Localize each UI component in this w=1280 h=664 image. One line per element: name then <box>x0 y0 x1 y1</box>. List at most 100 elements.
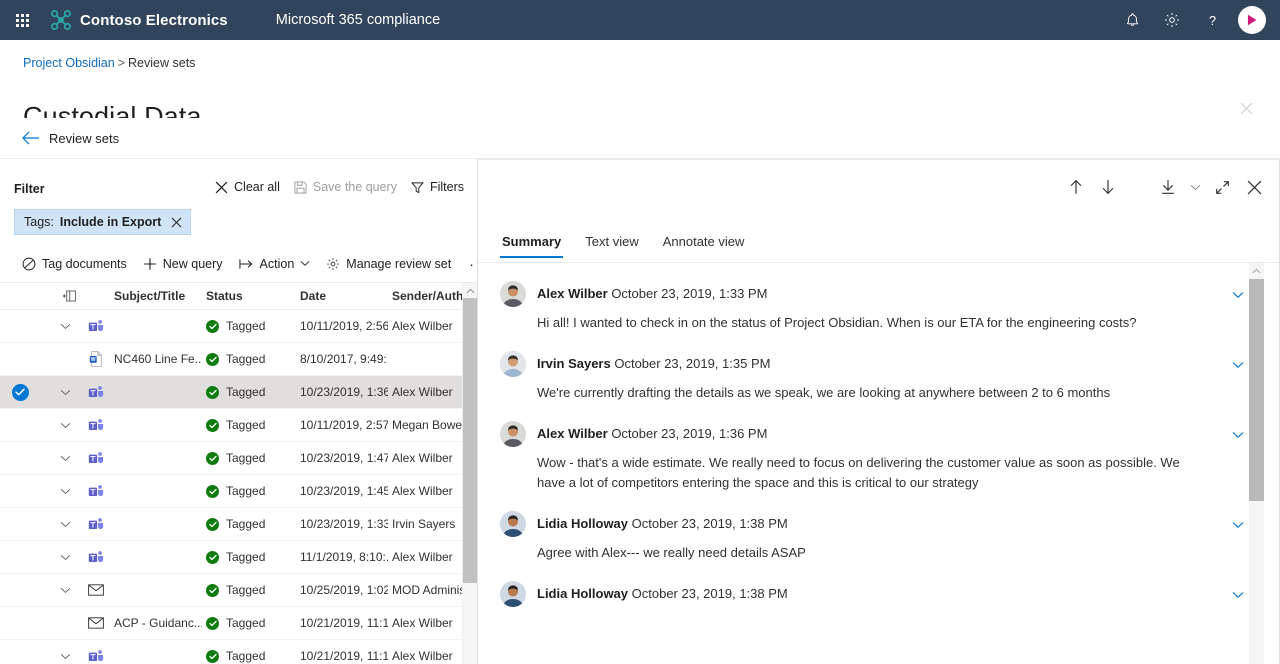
table-row[interactable]: Tagged10/21/2019, 11:1...Alex Wilber <box>0 640 463 664</box>
message-expand-toggle[interactable] <box>1230 587 1246 603</box>
row-file-type-icon <box>84 574 108 606</box>
scrollbar-thumb[interactable] <box>463 298 478 583</box>
app-launcher-button[interactable] <box>0 0 44 40</box>
table-row[interactable]: WNC460 Line Fe...Tagged8/10/2017, 9:49:.… <box>0 343 463 376</box>
action-menu-button[interactable]: Action <box>231 252 319 276</box>
grid-header-subject[interactable]: Subject/Title <box>114 283 202 309</box>
message-meta: Irvin Sayers October 23, 2019, 1:35 PM <box>537 351 770 377</box>
settings-button[interactable] <box>1152 0 1192 40</box>
row-sender: Irvin Sayers <box>392 508 470 540</box>
filters-button[interactable]: Filters <box>405 177 470 197</box>
row-subject <box>114 541 202 573</box>
user-avatar-button[interactable] <box>1232 0 1272 40</box>
message-expand-toggle[interactable] <box>1230 357 1246 373</box>
message-author: Lidia Holloway <box>537 586 628 601</box>
row-expand-toggle[interactable] <box>54 442 76 474</box>
row-select-checkbox[interactable] <box>8 409 32 441</box>
arrow-left-icon <box>22 131 39 145</box>
close-viewer-button[interactable] <box>1238 171 1270 203</box>
grid-header-row: Subject/Title Status Date Sender/Author <box>0 283 463 310</box>
row-expand-toggle[interactable] <box>54 574 76 606</box>
back-to-review-sets-link[interactable]: Review sets <box>22 118 119 158</box>
table-row[interactable]: Tagged10/23/2019, 1:36...Alex Wilber <box>0 376 463 409</box>
conversation-message: Irvin Sayers October 23, 2019, 1:35 PMWe… <box>478 333 1264 403</box>
message-timestamp: October 23, 2019, 1:38 PM <box>632 516 788 531</box>
tag-documents-button[interactable]: Tag documents <box>14 252 135 276</box>
row-expand-toggle[interactable] <box>54 310 76 342</box>
row-expand-toggle[interactable] <box>54 640 76 664</box>
filter-chip-remove-button[interactable] <box>169 215 183 229</box>
table-row[interactable]: Tagged10/11/2019, 2:57...Megan Bowen <. <box>0 409 463 442</box>
row-select-checkbox[interactable] <box>8 607 32 639</box>
close-icon <box>1247 180 1262 195</box>
help-button[interactable]: ? <box>1192 0 1232 40</box>
row-expand-toggle[interactable] <box>54 508 76 540</box>
table-row[interactable]: Tagged10/25/2019, 1:02...MOD Administra. <box>0 574 463 607</box>
breadcrumb-parent-link[interactable]: Project Obsidian <box>23 56 115 70</box>
row-status-label: Tagged <box>226 649 265 663</box>
viewer-scrollbar-thumb[interactable] <box>1249 279 1264 501</box>
row-select-checkbox[interactable] <box>8 343 32 375</box>
row-select-checkbox[interactable] <box>8 508 32 540</box>
download-options-button[interactable] <box>1184 171 1206 203</box>
chevron-down-icon <box>60 323 71 330</box>
tab-annotate-view[interactable]: Annotate view <box>651 234 757 258</box>
row-select-checkbox[interactable] <box>8 442 32 474</box>
grid-header-filetype[interactable] <box>56 283 82 309</box>
message-header: Lidia Holloway October 23, 2019, 1:38 PM <box>500 581 1224 607</box>
table-row[interactable]: Tagged10/23/2019, 1:47...Alex Wilber <box>0 442 463 475</box>
app-launcher-icon <box>16 14 29 27</box>
row-expand-toggle[interactable] <box>54 541 76 573</box>
row-expand-toggle[interactable] <box>54 475 76 507</box>
new-query-button[interactable]: New query <box>135 252 231 276</box>
row-status-label: Tagged <box>226 319 265 333</box>
row-select-checkbox[interactable] <box>8 475 32 507</box>
row-status-label: Tagged <box>226 352 265 366</box>
message-expand-toggle[interactable] <box>1230 287 1246 303</box>
command-overflow-button[interactable]: ··· <box>459 252 478 276</box>
tab-text-view[interactable]: Text view <box>573 234 650 258</box>
page-close-button[interactable] <box>1234 96 1258 120</box>
viewer-scroll-up-button[interactable] <box>1249 263 1264 278</box>
brand[interactable]: Contoso Electronics <box>44 9 228 31</box>
table-row[interactable]: Tagged11/1/2019, 8:10:...Alex Wilber <box>0 541 463 574</box>
download-button[interactable] <box>1152 171 1184 203</box>
message-avatar <box>500 511 526 537</box>
grid-header-status[interactable]: Status <box>206 283 296 309</box>
clear-all-button[interactable]: Clear all <box>209 177 286 197</box>
manage-review-set-button[interactable]: Manage review set <box>318 252 459 276</box>
message-expand-toggle[interactable] <box>1230 427 1246 443</box>
row-select-checkbox[interactable] <box>8 574 32 606</box>
table-row[interactable]: ACP - Guidanc...Tagged10/21/2019, 11:1..… <box>0 607 463 640</box>
message-expand-toggle[interactable] <box>1230 517 1246 533</box>
notifications-button[interactable] <box>1112 0 1152 40</box>
next-item-button[interactable] <box>1092 171 1124 203</box>
tag-icon <box>22 257 36 271</box>
grid-header-date[interactable]: Date <box>300 283 388 309</box>
scroll-up-button[interactable] <box>463 283 478 298</box>
row-expand-toggle[interactable] <box>54 376 76 408</box>
conversation-message: Alex Wilber October 23, 2019, 1:36 PMWow… <box>478 403 1264 493</box>
table-row[interactable]: Tagged10/11/2019, 2:56...Alex Wilber <box>0 310 463 343</box>
message-body: Wow - that's a wide estimate. We really … <box>537 453 1209 493</box>
grid-header-sender[interactable]: Sender/Author <box>392 283 470 309</box>
row-expand-toggle[interactable] <box>54 409 76 441</box>
previous-item-button[interactable] <box>1060 171 1092 203</box>
suite-title[interactable]: Microsoft 365 compliance <box>276 12 440 28</box>
table-row[interactable]: Tagged10/23/2019, 1:45...Alex Wilber <box>0 475 463 508</box>
row-status-label: Tagged <box>226 484 265 498</box>
breadcrumb: Project Obsidian>Review sets <box>23 56 195 70</box>
filter-chip-tags[interactable]: Tags: Include in Export <box>14 209 191 235</box>
row-select-checkbox[interactable] <box>8 541 32 573</box>
row-select-checkbox[interactable] <box>8 640 32 664</box>
table-row[interactable]: Tagged10/23/2019, 1:33...Irvin Sayers <box>0 508 463 541</box>
row-select-checkbox[interactable] <box>8 376 32 408</box>
check-icon <box>209 620 217 627</box>
documents-grid-scrollbar[interactable] <box>462 283 477 664</box>
viewer-scrollbar[interactable] <box>1249 263 1264 664</box>
expand-viewer-button[interactable] <box>1206 171 1238 203</box>
row-select-checkbox[interactable] <box>8 310 32 342</box>
row-file-type-icon <box>84 640 108 664</box>
save-the-query-button[interactable]: Save the query <box>288 177 403 197</box>
tab-summary[interactable]: Summary <box>490 234 573 258</box>
